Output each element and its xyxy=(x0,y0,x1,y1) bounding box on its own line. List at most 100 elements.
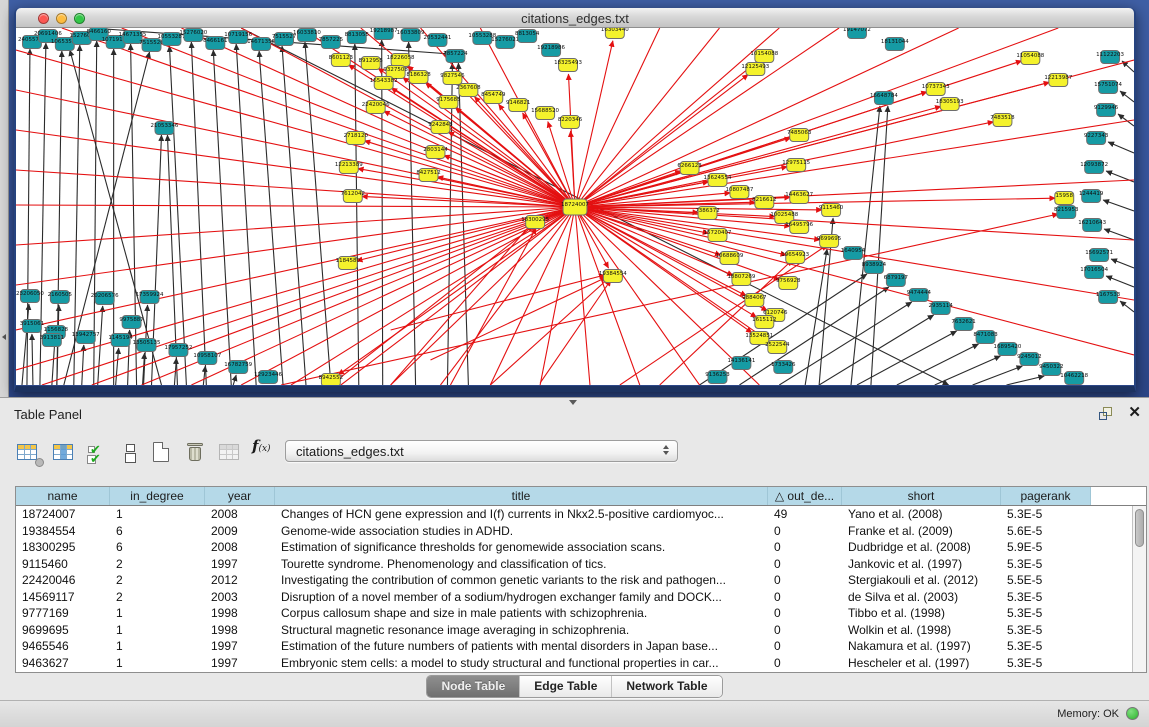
close-icon[interactable]: ✕ xyxy=(1128,404,1141,422)
network-node[interactable]: 7485063 xyxy=(787,129,812,142)
table-cell[interactable]: 1 xyxy=(110,506,205,523)
table-cell[interactable]: 2 xyxy=(110,589,205,606)
network-node[interactable]: 1184580 xyxy=(336,257,361,270)
network-node[interactable]: 8454749 xyxy=(481,91,506,104)
table-cell[interactable]: 1998 xyxy=(205,605,275,622)
table-cell[interactable]: 0 xyxy=(768,589,842,606)
table-cell[interactable]: 0 xyxy=(768,556,842,573)
left-panel-divider[interactable] xyxy=(0,0,9,397)
network-node[interactable]: 8220346 xyxy=(558,116,583,129)
network-node[interactable]: 7857225 xyxy=(319,36,344,49)
network-node[interactable]: 12923446 xyxy=(254,371,282,384)
network-node[interactable]: 18325493 xyxy=(554,59,582,72)
network-node[interactable]: 20532441 xyxy=(424,34,452,47)
column-header-title[interactable]: title xyxy=(275,487,768,505)
network-node[interactable]: 17016504 xyxy=(1080,266,1108,279)
network-edge[interactable] xyxy=(42,207,575,385)
table-cell[interactable]: 2 xyxy=(110,556,205,573)
network-node[interactable]: 9136253 xyxy=(705,371,730,384)
table-cell[interactable]: 6 xyxy=(110,523,205,540)
column-header-outde[interactable]: △ out_de... xyxy=(768,487,842,505)
network-node[interactable]: 6879197 xyxy=(884,274,909,287)
network-node[interactable]: 8601123 xyxy=(329,54,354,67)
network-edge[interactable] xyxy=(857,331,957,385)
network-graph[interactable]: 2405572420691406106535271527602846616010… xyxy=(16,28,1134,385)
table-row[interactable]: 2242004622012Investigating the contribut… xyxy=(16,572,1132,589)
vertical-scrollbar[interactable] xyxy=(1132,506,1146,672)
delete-table-icon[interactable] xyxy=(184,440,210,470)
network-node[interactable]: 17359924 xyxy=(136,291,164,304)
table-cell[interactable]: 18300295 xyxy=(16,539,110,556)
network-node[interactable]: 2160505 xyxy=(48,291,73,304)
network-node[interactable]: 3913811 xyxy=(40,334,64,347)
table-cell[interactable]: Estimation of significance thresholds fo… xyxy=(275,539,768,556)
table-cell[interactable]: 0 xyxy=(768,655,842,672)
network-node[interactable]: 9146821 xyxy=(506,99,530,112)
table-cell[interactable]: 2003 xyxy=(205,589,275,606)
network-node[interactable]: 15720407 xyxy=(704,229,732,242)
table-cell[interactable]: 5.3E-5 xyxy=(1001,589,1091,606)
network-edge[interactable] xyxy=(575,198,1055,207)
network-node[interactable]: 19384554 xyxy=(599,270,627,283)
table-cell[interactable]: 1997 xyxy=(205,556,275,573)
table-cell[interactable]: 9699695 xyxy=(16,622,110,639)
network-node[interactable]: 18807269 xyxy=(727,273,755,286)
network-node[interactable]: 2935114 xyxy=(928,302,953,315)
tab-edge-table[interactable]: Edge Table xyxy=(519,676,611,697)
table-cell[interactable]: Disruption of a novel member of a sodium… xyxy=(275,589,768,606)
network-node[interactable]: 18131044 xyxy=(881,38,909,51)
table-row[interactable]: 911546021997Tourette syndrome. Phenomeno… xyxy=(16,556,1132,573)
network-node[interactable]: 8466161 xyxy=(203,37,227,50)
network-node[interactable]: 10688609 xyxy=(716,252,744,265)
network-edge[interactable] xyxy=(203,366,205,385)
network-edge[interactable] xyxy=(1106,276,1134,287)
network-node[interactable]: 2522544 xyxy=(765,341,790,354)
network-edge[interactable] xyxy=(281,214,1058,385)
table-cell[interactable]: 14569117 xyxy=(16,589,110,606)
network-node[interactable]: 1640954 xyxy=(841,247,866,260)
table-cell[interactable]: Yano et al. (2008) xyxy=(842,506,1001,523)
table-cell[interactable]: 2008 xyxy=(205,506,275,523)
network-edge[interactable] xyxy=(1120,301,1134,312)
table-cell[interactable]: 5.3E-5 xyxy=(1001,605,1091,622)
table-cell[interactable]: 5.6E-5 xyxy=(1001,523,1091,540)
network-node[interactable]: 9175685 xyxy=(436,96,461,109)
network-edge[interactable] xyxy=(779,302,912,385)
network-edge[interactable] xyxy=(341,207,575,385)
network-edge[interactable] xyxy=(575,207,1134,355)
table-cell[interactable]: Dudbridge et al. (2008) xyxy=(842,539,1001,556)
network-edge[interactable] xyxy=(233,375,236,385)
table-cell[interactable]: Genome-wide association studies in ADHD. xyxy=(275,523,768,540)
network-node[interactable]: 14463627 xyxy=(785,191,813,204)
network-edge[interactable] xyxy=(1108,142,1134,153)
scrollbar-thumb[interactable] xyxy=(1135,509,1144,547)
network-edge[interactable] xyxy=(1120,91,1134,102)
column-header-pagerank[interactable]: pagerank xyxy=(1001,487,1091,505)
network-node[interactable]: 15276021 xyxy=(491,36,519,49)
network-node[interactable]: 9699695 xyxy=(817,235,842,248)
table-cell[interactable]: 1 xyxy=(110,605,205,622)
table-row[interactable]: 946362711997Embryonic stem cells: a mode… xyxy=(16,655,1132,672)
table-cell[interactable]: Embryonic stem cells: a model to study s… xyxy=(275,655,768,672)
network-node[interactable]: 10958107 xyxy=(193,352,221,365)
network-node[interactable]: 8427512 xyxy=(416,169,440,182)
table-cell[interactable]: 1 xyxy=(110,638,205,655)
tab-node-table[interactable]: Node Table xyxy=(427,676,519,697)
network-node[interactable]: 9884067 xyxy=(742,294,767,307)
network-edge[interactable] xyxy=(1006,376,1044,385)
table-row[interactable]: 1872400712008Changes of HCN gene express… xyxy=(16,506,1132,523)
network-node[interactable]: 1615112 xyxy=(752,316,776,329)
network-node[interactable]: 6266123 xyxy=(677,162,702,175)
network-node[interactable]: 16543382 xyxy=(370,77,398,90)
table-cell[interactable]: 22420046 xyxy=(16,572,110,589)
table-cell[interactable]: 5.3E-5 xyxy=(1001,638,1091,655)
table-cell[interactable]: Tourette syndrome. Phenomenology and cla… xyxy=(275,556,768,573)
column-visibility-icon[interactable] xyxy=(52,440,78,470)
table-cell[interactable]: 0 xyxy=(768,539,842,556)
network-node[interactable]: 9227343 xyxy=(1084,132,1109,145)
table-cell[interactable]: 9777169 xyxy=(16,605,110,622)
network-node[interactable]: 16495796 xyxy=(785,221,813,234)
network-node[interactable]: 2803144 xyxy=(423,146,448,159)
table-cell[interactable]: Investigating the contribution of common… xyxy=(275,572,768,589)
table-cell[interactable]: Corpus callosum shape and size in male p… xyxy=(275,605,768,622)
